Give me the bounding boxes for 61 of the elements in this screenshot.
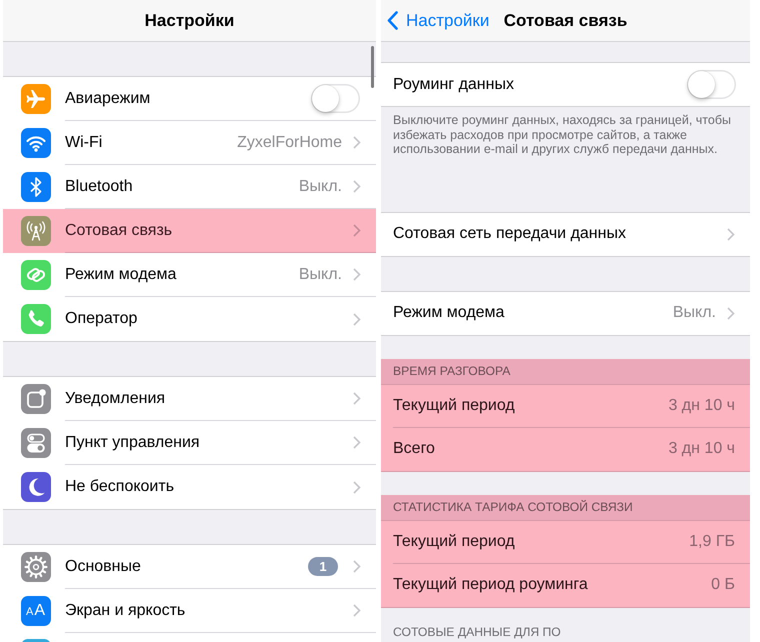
screen-title: Сотовая связь <box>504 10 628 30</box>
wifi-icon <box>21 128 51 158</box>
section-header: СОТОВЫЕ ДАННЫЕ ДЛЯ ПО <box>392 624 562 640</box>
chevron-icon <box>727 228 735 240</box>
settings-item[interactable]: Уведомления <box>3 377 376 421</box>
phone-icon <box>21 304 51 334</box>
bluetooth-icon <box>21 172 51 202</box>
stat-value: 1,9 ГБ <box>689 532 735 550</box>
stat-label: Текущий период <box>393 532 516 550</box>
settings-item[interactable]: Оператор <box>3 297 376 341</box>
airplane-icon <box>21 84 51 114</box>
value-label: ZyxelForHome <box>237 134 342 152</box>
toggle-switch[interactable] <box>311 84 360 113</box>
linked-loops-icon <box>21 260 51 290</box>
settings-item[interactable]: Wi-Fi ZyxelForHome <box>3 121 376 165</box>
chevron-icon <box>353 268 361 281</box>
chevron-icon <box>353 312 361 326</box>
settings-item[interactable]: Пункт управления <box>3 421 376 465</box>
screen-title: Настройки <box>144 10 234 30</box>
settings-item[interactable]: AA Экран и яркость <box>3 589 376 633</box>
value-label: Выкл. <box>298 266 342 284</box>
value-label: Выкл. <box>298 178 342 196</box>
stat-label: Текущий период <box>393 396 516 414</box>
scroll-indicator <box>371 46 374 88</box>
count-badge: 1 <box>308 557 338 576</box>
toggle-switch[interactable] <box>687 70 736 99</box>
settings-item[interactable]: Основные 1 <box>3 545 376 589</box>
settings-item[interactable]: Не беспокоить <box>3 465 376 509</box>
stat-value: 3 дн 10 ч <box>668 396 735 414</box>
section-header: ВРЕМЯ РАЗГОВОРА <box>381 358 750 384</box>
chevron-icon <box>353 560 361 573</box>
row-label: Роуминг данных <box>393 76 515 94</box>
stat-value: 3 дн 10 ч <box>668 440 735 458</box>
chevron-icon <box>353 392 361 405</box>
gear-icon <box>21 552 51 582</box>
stat-label: Всего <box>393 440 436 458</box>
stat-value: 0 Б <box>711 576 735 594</box>
back-chevron-icon <box>387 11 398 30</box>
stat-label: Текущий период роуминга <box>393 576 589 594</box>
chevron-icon <box>353 136 361 149</box>
antenna-icon <box>21 216 51 246</box>
chevron-icon <box>353 224 361 237</box>
chevron-icon <box>353 480 361 494</box>
chevron-icon <box>353 436 361 449</box>
row-label: Авиарежим <box>65 90 152 108</box>
moon-icon <box>21 472 51 502</box>
section-header: СТАТИСТИКА ТАРИФА СОТОВОЙ СВЯЗИ <box>381 494 750 520</box>
toggles-icon <box>21 428 51 458</box>
chevron-icon <box>353 604 361 617</box>
chevron-icon <box>727 306 735 320</box>
section-footer: Выключите роуминг данных, находясь за границей, чтобы избежать расходов при просмотре сайтов, а также использовании e-mail и других служб передачи данных. <box>381 107 750 178</box>
settings-item[interactable]: Режим модема Выкл. <box>381 292 750 334</box>
value-label: Выкл. <box>672 304 716 322</box>
settings-item[interactable]: Bluetooth Выкл. <box>3 165 376 209</box>
settings-item[interactable]: Режим модема Выкл. <box>3 253 376 297</box>
settings-item[interactable]: Сотовая связь <box>3 209 376 253</box>
chevron-icon <box>353 180 361 193</box>
text-size-icon: AA <box>21 596 51 626</box>
notification-icon <box>21 384 51 414</box>
back-button[interactable]: Настройки <box>381 6 494 36</box>
settings-item[interactable]: Сотовая сеть передачи данных <box>381 212 750 256</box>
